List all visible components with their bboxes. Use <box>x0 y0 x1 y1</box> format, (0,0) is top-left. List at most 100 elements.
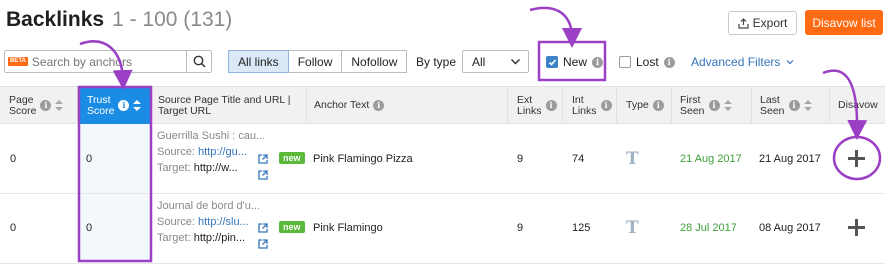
col-anchor: Anchor Text i <box>307 87 508 124</box>
info-icon[interactable]: i <box>592 56 604 68</box>
anchor-text: Pink Flamingo <box>313 222 383 234</box>
chevron-down-icon <box>510 58 521 65</box>
page-title: Backlinks <box>6 8 105 31</box>
col-page-score-label: Page Score <box>9 93 37 117</box>
trust-score-value: 0 <box>86 153 93 165</box>
external-link-icon[interactable] <box>258 154 268 164</box>
page-score-value: 0 <box>10 222 17 234</box>
new-badge: new <box>279 221 305 233</box>
source-title: Guerrilla Sushi : cau... <box>157 130 266 142</box>
col-trust-score-label: Trust Score <box>87 93 115 117</box>
source-label: Source: <box>157 146 195 158</box>
sort-icon[interactable] <box>133 99 142 112</box>
source-url-link[interactable]: http://slu... <box>198 216 249 228</box>
info-icon[interactable]: i <box>373 100 385 111</box>
search-button[interactable] <box>186 51 211 72</box>
col-anchor-label: Anchor Text <box>314 99 370 111</box>
search-input[interactable] <box>31 54 182 69</box>
lost-filter[interactable]: Lost i <box>619 55 675 69</box>
new-filter[interactable]: New i <box>546 55 604 69</box>
export-button[interactable]: Export <box>728 11 797 35</box>
new-checkbox[interactable] <box>546 56 558 68</box>
source-title: Journal de bord d'u... <box>157 200 261 212</box>
ext-links-value: 9 <box>517 153 524 165</box>
int-links-value: 125 <box>572 222 591 234</box>
type-select[interactable]: All <box>462 50 529 73</box>
col-source-label: Source Page Title and URL | Target URL <box>158 93 291 117</box>
checkmark-icon <box>548 58 556 66</box>
disavow-add-icon[interactable] <box>848 150 865 167</box>
sort-icon[interactable] <box>55 99 64 112</box>
col-source: Source Page Title and URL | Target URL <box>151 87 307 124</box>
table-header: Page Score i Trust Score i Source Page Tit… <box>0 86 885 124</box>
advanced-filters-link[interactable]: Advanced Filters <box>691 55 794 69</box>
external-link-icon[interactable] <box>258 223 268 233</box>
lost-checkbox[interactable] <box>619 56 631 68</box>
col-disavow-label: Disavow <box>838 99 878 111</box>
new-badge: new <box>279 152 305 164</box>
col-first-seen-label: First Seen <box>680 93 705 117</box>
trust-score-value: 0 <box>86 222 93 234</box>
col-last-seen-label: Last Seen <box>760 93 785 117</box>
col-ext-links-label: Ext Links <box>517 93 542 117</box>
info-icon[interactable]: i <box>40 100 52 111</box>
info-icon[interactable]: i <box>545 100 557 111</box>
sort-icon[interactable] <box>803 99 812 112</box>
text-type-icon: T <box>626 218 639 238</box>
disavow-add-icon[interactable] <box>848 219 865 236</box>
first-seen-value: 28 Jul 2017 <box>680 222 737 234</box>
int-links-value: 74 <box>572 153 585 165</box>
col-type-label: Type <box>626 99 649 111</box>
last-seen-value: 21 Aug 2017 <box>759 153 821 165</box>
search-icon <box>193 55 206 68</box>
disavow-list-button[interactable]: Disavow list <box>805 10 883 35</box>
table-row: 0 0 Journal de bord d'u... Source: http:… <box>0 194 885 264</box>
last-seen-value: 08 Aug 2017 <box>759 222 821 234</box>
info-icon[interactable]: i <box>663 56 675 68</box>
beta-badge: BETA <box>8 57 28 66</box>
source-cell: Journal de bord d'u... Source: http://sl… <box>157 198 260 246</box>
lost-label: Lost <box>636 55 659 69</box>
col-ext-links[interactable]: Ext Links i <box>508 87 563 124</box>
results-range: 1 - 100 (131) <box>112 8 233 31</box>
target-label: Target: <box>157 232 191 244</box>
export-icon <box>738 17 749 29</box>
anchor-text: Pink Flamingo Pizza <box>313 153 413 165</box>
info-icon[interactable]: i <box>600 100 612 111</box>
source-url-link[interactable]: http://gu... <box>198 146 247 158</box>
col-first-seen[interactable]: First Seen i <box>672 87 752 124</box>
advanced-filters-label: Advanced Filters <box>691 55 781 69</box>
page-header: Backlinks 1 - 100 (131) <box>6 8 232 38</box>
col-int-links[interactable]: Int Links i <box>563 87 617 124</box>
tab-follow[interactable]: Follow <box>287 50 343 73</box>
col-disavow: Disavow <box>830 87 885 124</box>
col-last-seen[interactable]: Last Seen i <box>752 87 830 124</box>
target-label: Target: <box>157 162 191 174</box>
ext-links-value: 9 <box>517 222 524 234</box>
target-url[interactable]: http://pin... <box>194 232 245 244</box>
type-select-value: All <box>472 54 486 69</box>
info-icon[interactable]: i <box>788 100 800 111</box>
link-type-tabs: All links Follow Nofollow <box>228 50 408 73</box>
page-score-value: 0 <box>10 153 17 165</box>
arrow-to-new-filter <box>529 6 582 48</box>
info-icon[interactable]: i <box>652 100 664 111</box>
col-page-score[interactable]: Page Score i <box>0 87 78 124</box>
target-url[interactable]: http://w... <box>194 162 238 174</box>
col-trust-score[interactable]: Trust Score i <box>78 87 151 124</box>
info-icon[interactable]: i <box>708 100 720 111</box>
new-label: New <box>563 55 588 69</box>
by-type-label: By type <box>416 55 457 69</box>
sort-icon[interactable] <box>723 99 732 112</box>
export-label: Export <box>752 16 788 30</box>
chevron-down-icon <box>786 60 794 65</box>
text-type-icon: T <box>626 149 639 169</box>
col-type: Type i <box>617 87 672 124</box>
source-cell: Guerrilla Sushi : cau... Source: http://… <box>157 128 265 176</box>
tab-all-links[interactable]: All links <box>228 50 289 73</box>
first-seen-value: 21 Aug 2017 <box>680 153 742 165</box>
info-icon[interactable]: i <box>118 100 130 111</box>
external-link-icon[interactable] <box>258 239 268 249</box>
tab-nofollow[interactable]: Nofollow <box>341 50 408 73</box>
external-link-icon[interactable] <box>258 170 268 180</box>
